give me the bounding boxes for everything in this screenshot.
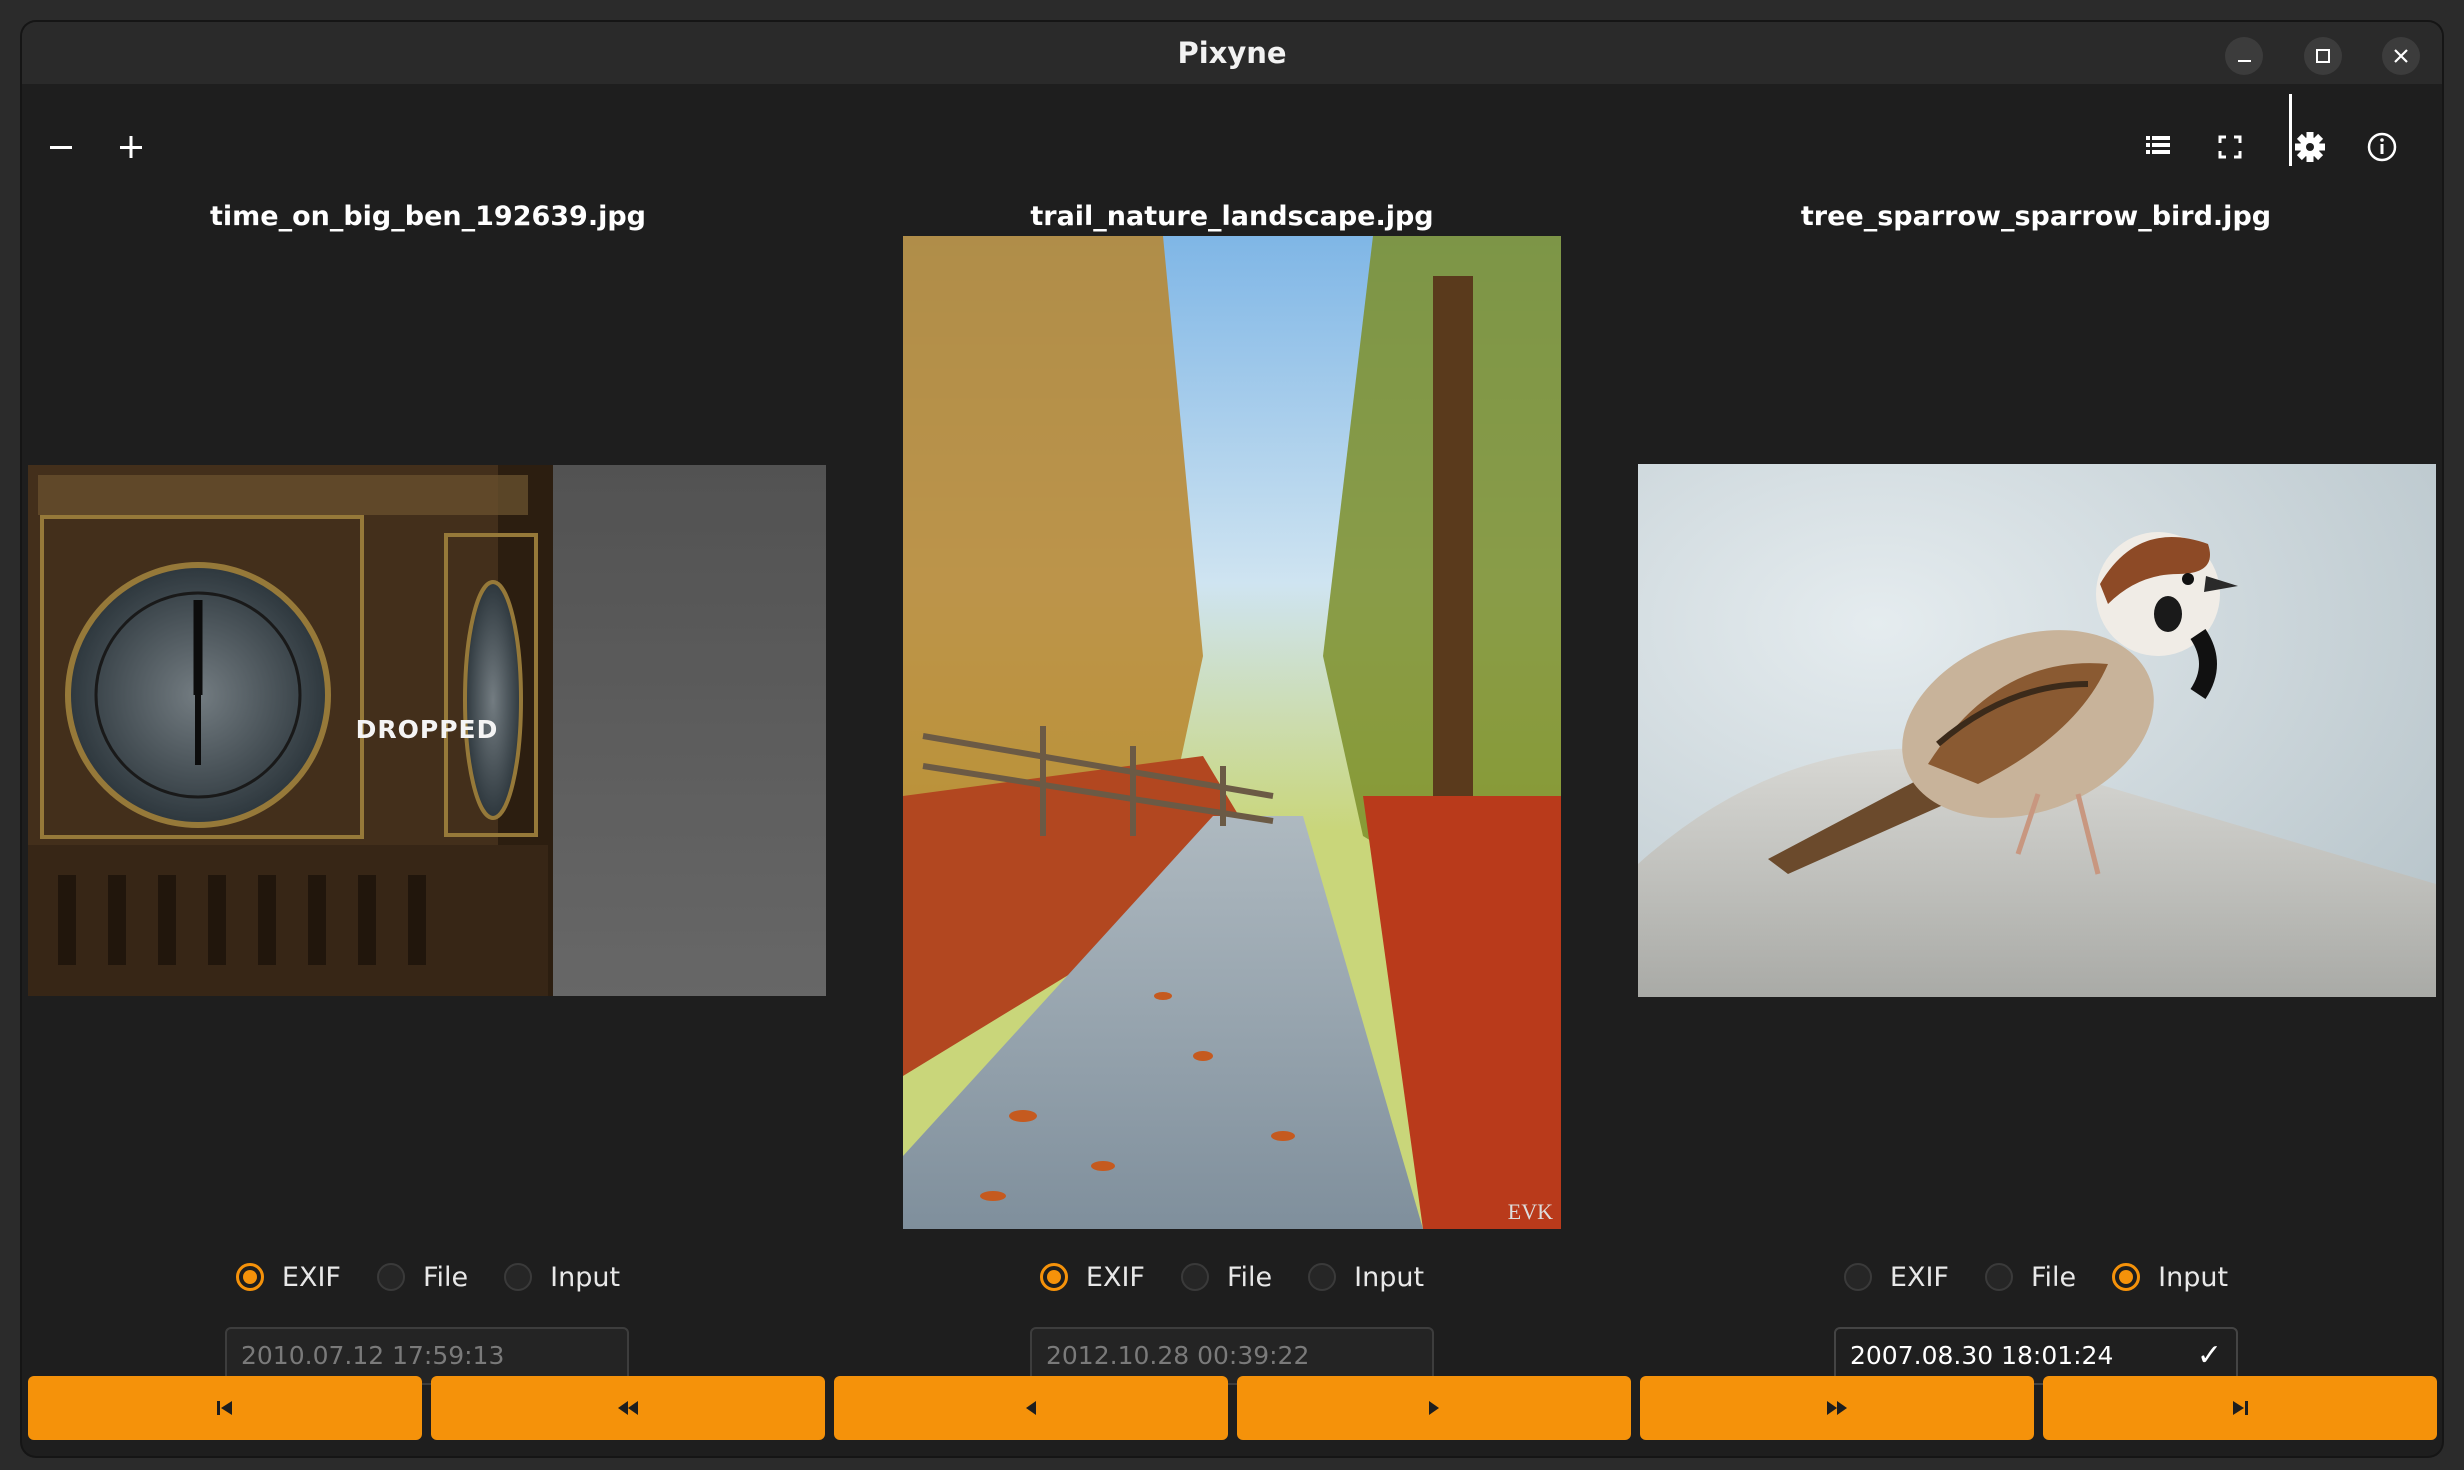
zoom-out-button[interactable] (34, 120, 88, 174)
next-button[interactable] (1237, 1376, 1631, 1440)
app-window: Pixyne time_on_big_ben_192639.jpg DROPPE… (22, 22, 2442, 1456)
navigation-bar (28, 1376, 2437, 1440)
list-icon (2146, 136, 2170, 154)
photo-filename: tree_sparrow_sparrow_bird.jpg (1800, 201, 2272, 232)
title-bar[interactable]: Pixyne (22, 22, 2442, 84)
photo-watermark: EVK (1507, 1199, 1553, 1224)
fullscreen-icon (2218, 135, 2242, 159)
skip-last-icon (2233, 1401, 2248, 1415)
skip-first-icon (217, 1401, 232, 1415)
zoom-in-button[interactable] (104, 120, 158, 174)
list-view-button[interactable] (2131, 120, 2185, 174)
rewind-button[interactable] (431, 1376, 825, 1440)
fullscreen-button[interactable] (2203, 120, 2257, 174)
radio-label: Input (1354, 1261, 1425, 1293)
photo-sparrow[interactable] (1638, 464, 2436, 997)
previous-button[interactable] (834, 1376, 1228, 1440)
maximize-icon (2316, 49, 2330, 63)
radio-label: EXIF (281, 1261, 341, 1293)
source-radio-input[interactable]: Input (1308, 1262, 1424, 1293)
confirm-check-icon[interactable]: ✓ (2197, 1329, 2222, 1383)
fast-rewind-icon (618, 1401, 638, 1415)
photo-big-ben[interactable]: DROPPED (28, 465, 826, 996)
dropped-overlay: DROPPED (355, 715, 499, 744)
date-source-group: EXIF File Input (1636, 1252, 2436, 1302)
source-radio-file[interactable]: File (1180, 1261, 1273, 1293)
radio-indicator (235, 1263, 264, 1291)
source-radio-exif[interactable]: EXIF (1843, 1261, 1949, 1293)
radio-label: File (422, 1261, 469, 1293)
date-source-group: EXIF File Input (28, 1252, 828, 1302)
source-radio-exif[interactable]: EXIF (235, 1261, 341, 1293)
trail-image (903, 236, 1561, 1229)
photo-panel-1: time_on_big_ben_192639.jpg DROPPED EXIF … (28, 192, 828, 1385)
sparrow-image (1638, 464, 2436, 997)
radio-label: File (2030, 1261, 2077, 1293)
fast-forward-button[interactable] (1640, 1376, 2034, 1440)
radio-label: File (1226, 1261, 1273, 1293)
radio-indicator (1984, 1263, 2013, 1291)
radio-indicator (376, 1263, 405, 1291)
maximize-button[interactable] (2304, 37, 2342, 75)
minus-icon (50, 146, 72, 149)
radio-indicator (1843, 1263, 1872, 1291)
radio-label: EXIF (1889, 1261, 1949, 1293)
source-radio-file[interactable]: File (376, 1261, 469, 1293)
photo-filename: time_on_big_ben_192639.jpg (209, 201, 647, 232)
last-button[interactable] (2043, 1376, 2437, 1440)
close-icon (2394, 49, 2408, 63)
radio-indicator (2112, 1263, 2141, 1291)
minimize-icon (2238, 60, 2251, 62)
fast-forward-icon (1827, 1401, 1847, 1415)
settings-button[interactable] (2283, 120, 2337, 174)
radio-label: Input (550, 1261, 621, 1293)
minimize-button[interactable] (2225, 37, 2263, 75)
radio-label: EXIF (1085, 1261, 1145, 1293)
window-title: Pixyne (1177, 36, 1287, 70)
radio-indicator (1308, 1263, 1337, 1291)
source-radio-file[interactable]: File (1984, 1261, 2077, 1293)
info-button[interactable] (2355, 120, 2409, 174)
date-source-group: EXIF File Input (832, 1252, 1632, 1302)
info-icon (2367, 132, 2397, 162)
source-radio-input[interactable]: Input (2112, 1262, 2228, 1293)
radio-label: Input (2158, 1261, 2229, 1293)
gear-icon (2295, 132, 2325, 162)
radio-indicator (1039, 1263, 1068, 1291)
date-input-value: 2007.08.30 18:01:24 (1850, 1341, 2114, 1370)
radio-indicator (504, 1263, 533, 1291)
photo-trail[interactable]: EVK (903, 236, 1561, 1229)
radio-indicator (1180, 1263, 1209, 1291)
source-radio-input[interactable]: Input (504, 1262, 620, 1293)
photo-panel-3: tree_sparrow_sparrow_bird.jpg EXIF File … (1636, 192, 2436, 1385)
source-radio-exif[interactable]: EXIF (1039, 1261, 1145, 1293)
plus-icon (120, 136, 142, 158)
next-icon (1429, 1401, 1439, 1415)
previous-icon (1026, 1401, 1036, 1415)
close-button[interactable] (2382, 37, 2420, 75)
photo-filename: trail_nature_landscape.jpg (1030, 201, 1434, 232)
photo-panel-2: trail_nature_landscape.jpg EVK EXIF File… (832, 192, 1632, 1385)
first-button[interactable] (28, 1376, 422, 1440)
